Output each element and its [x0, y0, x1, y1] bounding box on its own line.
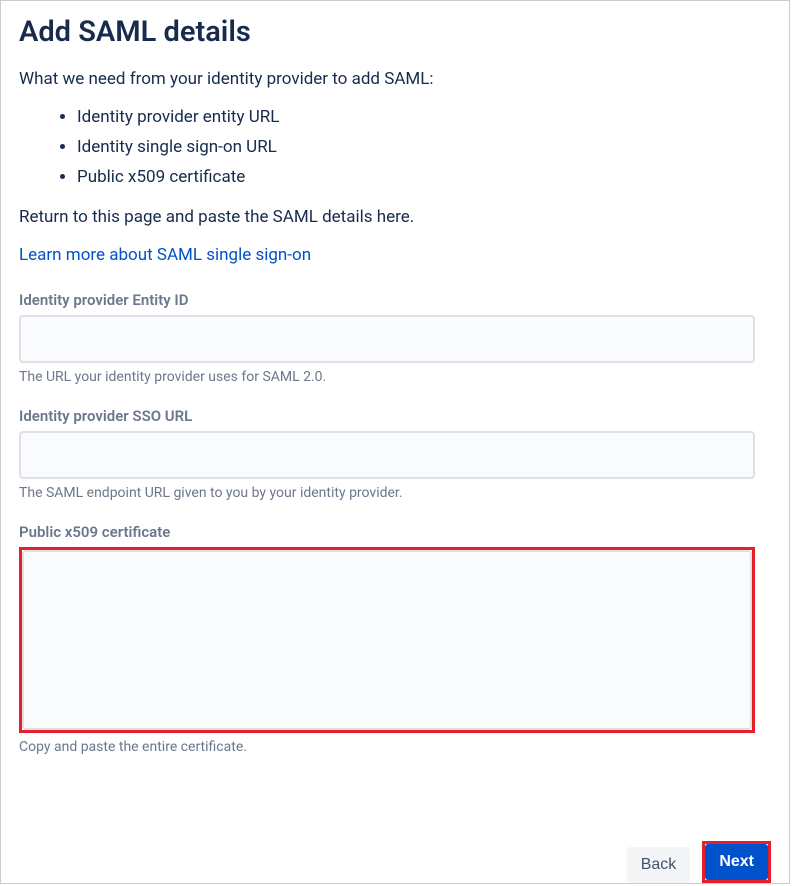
- entity-id-label: Identity provider Entity ID: [19, 291, 771, 309]
- button-row: Back Next: [627, 841, 771, 883]
- page-title: Add SAML details: [19, 15, 771, 49]
- certificate-input[interactable]: [22, 550, 752, 730]
- certificate-field-group: Public x509 certificate Copy and paste t…: [19, 523, 771, 755]
- return-text: Return to this page and paste the SAML d…: [19, 207, 771, 227]
- entity-id-input[interactable]: [19, 315, 755, 363]
- learn-more-link[interactable]: Learn more about SAML single sign-on: [19, 245, 311, 265]
- intro-text: What we need from your identity provider…: [19, 69, 771, 89]
- certificate-highlight: [19, 547, 755, 733]
- back-button[interactable]: Back: [627, 847, 691, 883]
- requirements-list: Identity provider entity URL Identity si…: [19, 107, 771, 187]
- list-item: Identity provider entity URL: [77, 107, 771, 127]
- saml-details-panel: Add SAML details What we need from your …: [0, 0, 790, 884]
- sso-url-input[interactable]: [19, 431, 755, 479]
- certificate-help: Copy and paste the entire certificate.: [19, 739, 771, 755]
- sso-url-field-group: Identity provider SSO URL The SAML endpo…: [19, 407, 771, 501]
- sso-url-help: The SAML endpoint URL given to you by yo…: [19, 485, 771, 501]
- list-item: Public x509 certificate: [77, 167, 771, 187]
- entity-id-help: The URL your identity provider uses for …: [19, 369, 771, 385]
- next-button-highlight: Next: [702, 841, 771, 883]
- certificate-label: Public x509 certificate: [19, 523, 771, 541]
- sso-url-label: Identity provider SSO URL: [19, 407, 771, 425]
- list-item: Identity single sign-on URL: [77, 137, 771, 157]
- entity-id-field-group: Identity provider Entity ID The URL your…: [19, 291, 771, 385]
- next-button[interactable]: Next: [705, 844, 768, 880]
